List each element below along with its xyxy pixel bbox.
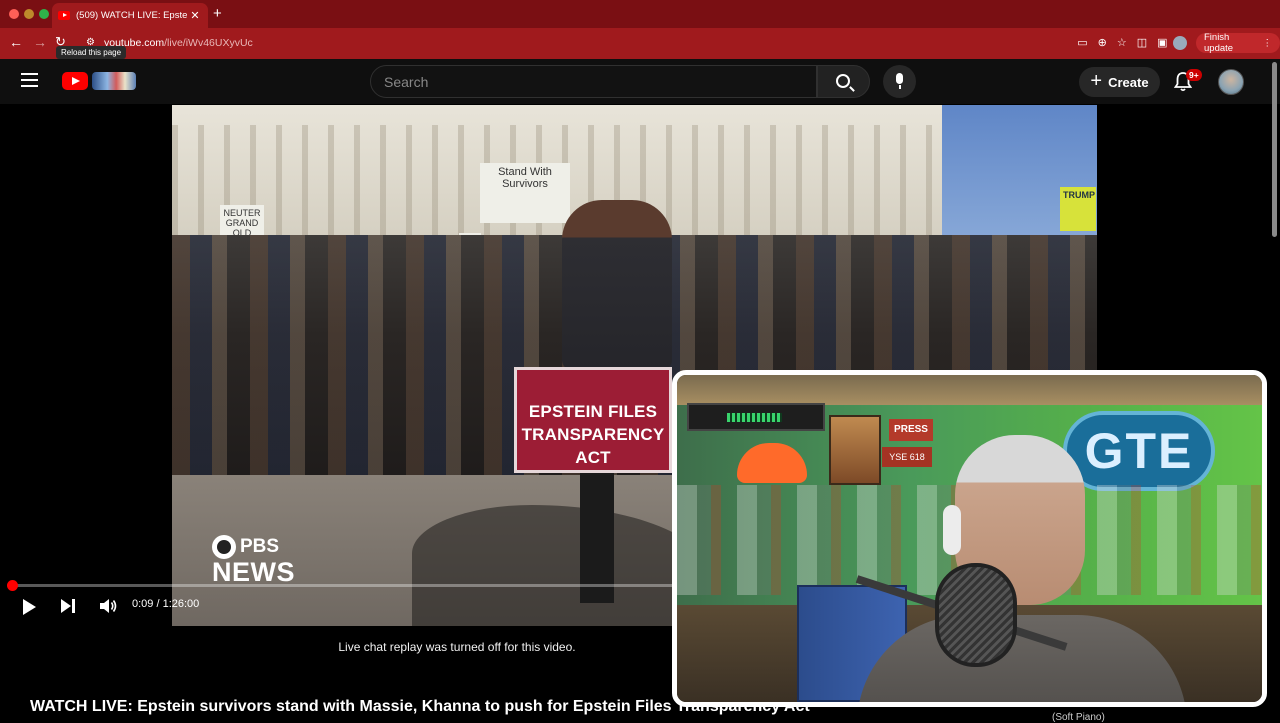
podium-sign: EPSTEIN FILES TRANSPARENCY ACT [514, 367, 672, 473]
time-display: 0:09 / 1:26:00 [132, 598, 200, 610]
profile-avatar-small[interactable] [1173, 36, 1187, 50]
profile-avatar[interactable] [1218, 69, 1244, 95]
create-button[interactable]: + Create [1079, 67, 1160, 97]
menu-icon[interactable] [21, 73, 38, 87]
back-icon[interactable]: ← [9, 34, 23, 50]
create-label: Create [1108, 74, 1149, 90]
close-window-button[interactable] [9, 9, 19, 19]
bookmark-star-icon[interactable]: ☆ [1117, 36, 1127, 49]
microphone-icon [935, 563, 1017, 667]
reload-tooltip: Reload this page [56, 46, 127, 59]
finish-update-label: Finish update [1204, 32, 1234, 54]
search-icon [836, 74, 850, 88]
volume-icon[interactable] [99, 598, 117, 614]
toolbar-icons: ▭ ⊕ ☆ ◫ ▣ ≡ [1077, 36, 1184, 49]
cast-icon[interactable]: ▭ [1077, 36, 1087, 49]
maximize-window-button[interactable] [39, 9, 49, 19]
youtube-logo-icon[interactable] [62, 72, 88, 90]
headphones-icon [943, 505, 961, 555]
minimize-window-button[interactable] [24, 9, 34, 19]
youtube-favicon-icon [58, 11, 70, 20]
webcam-radio-display [687, 403, 825, 431]
search-box[interactable] [370, 65, 817, 98]
next-video-icon[interactable] [61, 599, 75, 613]
notification-badge: 9+ [1186, 69, 1202, 81]
address-bar[interactable]: youtube.com/live/iWv46UXyvUc [104, 37, 253, 49]
url-path: /live/iWv46UXyvUc [164, 37, 253, 49]
microphone-icon [896, 73, 903, 89]
page-scrollbar[interactable] [1272, 62, 1277, 237]
new-tab-button[interactable]: + [213, 5, 222, 22]
pbs-head-icon [212, 535, 236, 559]
pbs-news-logo: PBS NEWS [212, 535, 295, 588]
browser-tab-bar: (509) WATCH LIVE: Epstein s ✕ + [0, 0, 1280, 28]
zoom-icon[interactable]: ⊕ [1098, 36, 1107, 49]
progress-scrubber-handle[interactable] [7, 580, 18, 591]
voice-search-button[interactable] [883, 65, 916, 98]
caption-soft-piano: (Soft Piano) [1052, 712, 1105, 723]
pbs-wordmark: PBS [240, 536, 280, 557]
sidepanel-icon[interactable]: ▣ [1157, 36, 1167, 49]
tab-close-icon[interactable]: ✕ [188, 9, 202, 22]
finish-update-button[interactable]: Finish update ⋮ [1196, 32, 1280, 54]
webcam-top-shelf [677, 375, 1262, 405]
webcam-overlay: PRESS YSE 618 GTE [672, 370, 1267, 707]
more-icon[interactable]: ⋮ [1263, 38, 1273, 49]
speaker-figure [562, 200, 672, 370]
search-button[interactable] [817, 65, 870, 98]
forward-icon[interactable]: → [33, 34, 47, 50]
webcam-streamer [855, 435, 1197, 702]
extensions-icon[interactable]: ◫ [1137, 36, 1147, 49]
protest-sign-mid: Stand With Survivors [480, 163, 570, 223]
tab-title: (509) WATCH LIVE: Epstein s [76, 10, 188, 21]
search-input[interactable] [371, 66, 816, 97]
play-icon[interactable] [23, 599, 36, 615]
youtube-doodle[interactable] [92, 72, 136, 90]
youtube-header: + Create 9+ [0, 59, 1280, 104]
browser-tab-active[interactable]: (509) WATCH LIVE: Epstein s ✕ [52, 3, 208, 28]
protest-sign-trump: TRUMP [1060, 187, 1096, 231]
plus-icon: + [1090, 70, 1103, 92]
browser-toolbar: ← → ↻ ⚙ youtube.com/live/iWv46UXyvUc ▭ ⊕… [0, 28, 1280, 59]
